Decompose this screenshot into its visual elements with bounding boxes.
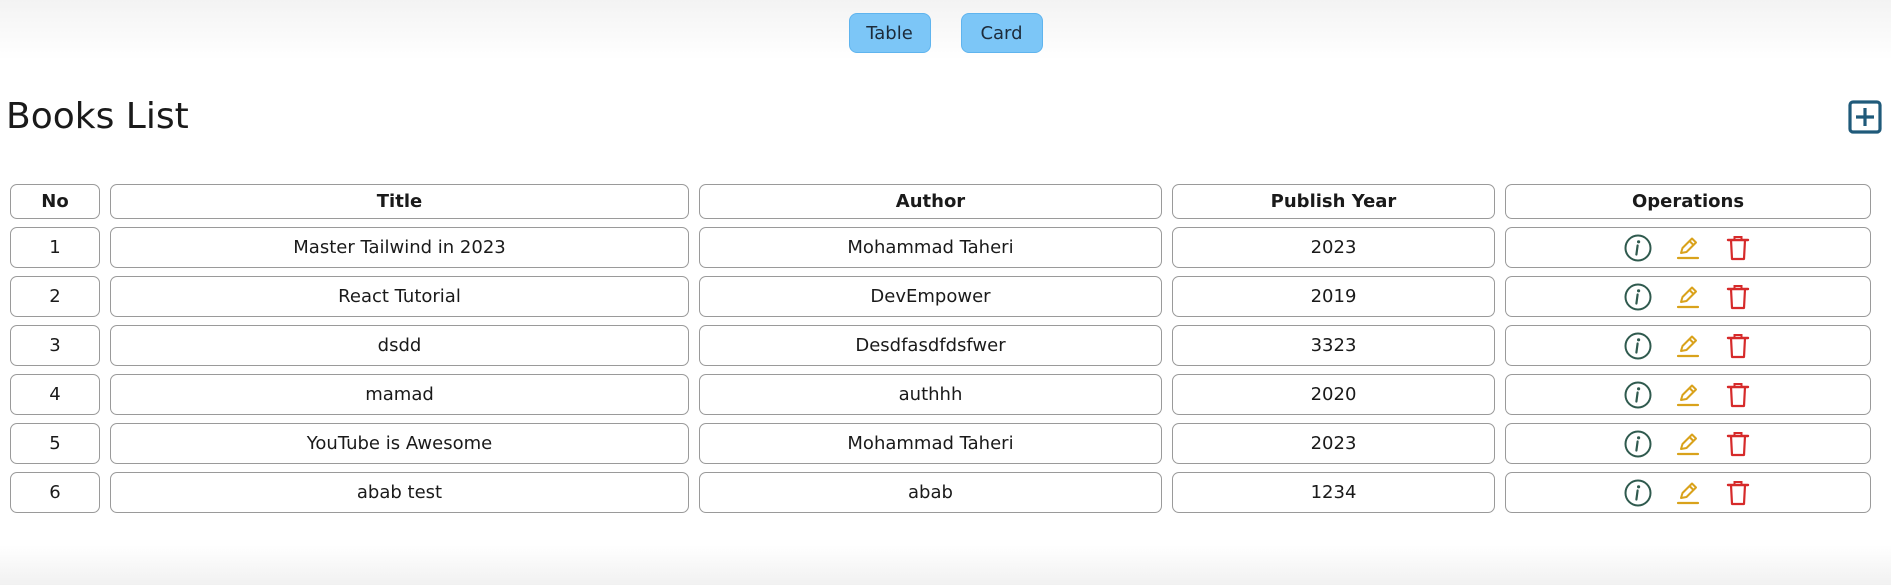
info-button[interactable] — [1622, 477, 1654, 509]
cell-publish-year: 2023 — [1172, 423, 1495, 464]
trash-icon — [1726, 333, 1750, 358]
table-row: 4 mamad authhh 2020 — [10, 374, 1871, 415]
column-header-no: No — [10, 184, 100, 219]
column-header-operations: Operations — [1505, 184, 1871, 219]
operations-group — [1506, 428, 1870, 460]
trash-icon — [1726, 284, 1750, 309]
delete-button[interactable] — [1722, 379, 1754, 411]
add-book-button[interactable] — [1847, 99, 1883, 135]
operations-group — [1506, 330, 1870, 362]
cell-operations — [1505, 276, 1871, 317]
column-header-publish-year: Publish Year — [1172, 184, 1495, 219]
delete-button[interactable] — [1722, 232, 1754, 264]
pencil-icon — [1676, 286, 1700, 308]
cell-operations — [1505, 423, 1871, 464]
edit-button[interactable] — [1672, 477, 1704, 509]
bottom-background — [0, 545, 1891, 585]
delete-button[interactable] — [1722, 281, 1754, 313]
cell-author: Mohammad Taheri — [699, 423, 1162, 464]
operations-group — [1506, 281, 1870, 313]
trash-icon — [1726, 431, 1750, 456]
cell-operations — [1505, 472, 1871, 513]
delete-button[interactable] — [1722, 428, 1754, 460]
edit-button[interactable] — [1672, 379, 1704, 411]
cell-no: 6 — [10, 472, 100, 513]
cell-title: Master Tailwind in 2023 — [110, 227, 689, 268]
operations-group — [1506, 477, 1870, 509]
pencil-icon — [1676, 237, 1700, 259]
info-button[interactable] — [1622, 330, 1654, 362]
cell-publish-year: 2023 — [1172, 227, 1495, 268]
page-title: Books List — [6, 96, 189, 137]
info-button[interactable] — [1622, 428, 1654, 460]
cell-publish-year: 2020 — [1172, 374, 1495, 415]
info-button[interactable] — [1622, 281, 1654, 313]
info-circle-icon — [1624, 479, 1652, 506]
edit-button[interactable] — [1672, 232, 1704, 264]
edit-button[interactable] — [1672, 330, 1704, 362]
cell-author: authhh — [699, 374, 1162, 415]
info-button[interactable] — [1622, 379, 1654, 411]
cell-author: Mohammad Taheri — [699, 227, 1162, 268]
table-row: 5 YouTube is Awesome Mohammad Taheri 202… — [10, 423, 1871, 464]
pencil-icon — [1676, 433, 1700, 455]
pencil-icon — [1676, 335, 1700, 357]
books-table: No Title Author Publish Year Operations … — [0, 176, 1881, 521]
edit-button[interactable] — [1672, 428, 1704, 460]
info-circle-icon — [1624, 381, 1652, 408]
delete-button[interactable] — [1722, 330, 1754, 362]
plus-square-icon — [1848, 100, 1882, 134]
cell-operations — [1505, 374, 1871, 415]
cell-no: 4 — [10, 374, 100, 415]
info-button[interactable] — [1622, 232, 1654, 264]
table-row: 3 dsdd Desdfasdfdsfwer 3323 — [10, 325, 1871, 366]
cell-title: React Tutorial — [110, 276, 689, 317]
column-header-author: Author — [699, 184, 1162, 219]
pencil-icon — [1676, 482, 1700, 504]
cell-no: 1 — [10, 227, 100, 268]
info-circle-icon — [1624, 430, 1652, 457]
cell-author: Desdfasdfdsfwer — [699, 325, 1162, 366]
cell-operations — [1505, 227, 1871, 268]
cell-title: YouTube is Awesome — [110, 423, 689, 464]
info-circle-icon — [1624, 332, 1652, 359]
pencil-icon — [1676, 384, 1700, 406]
column-header-title: Title — [110, 184, 689, 219]
cell-author: abab — [699, 472, 1162, 513]
info-circle-icon — [1624, 234, 1652, 261]
cell-title: mamad — [110, 374, 689, 415]
cell-publish-year: 2019 — [1172, 276, 1495, 317]
cell-publish-year: 3323 — [1172, 325, 1495, 366]
info-circle-icon — [1624, 283, 1652, 310]
cell-no: 2 — [10, 276, 100, 317]
trash-icon — [1726, 382, 1750, 407]
view-toggle: Table Card — [0, 13, 1891, 53]
table-row: 2 React Tutorial DevEmpower 2019 — [10, 276, 1871, 317]
table-view-button[interactable]: Table — [848, 13, 931, 53]
trash-icon — [1726, 480, 1750, 505]
table-row: 1 Master Tailwind in 2023 Mohammad Taher… — [10, 227, 1871, 268]
operations-group — [1506, 232, 1870, 264]
cell-author: DevEmpower — [699, 276, 1162, 317]
cell-operations — [1505, 325, 1871, 366]
delete-button[interactable] — [1722, 477, 1754, 509]
cell-no: 3 — [10, 325, 100, 366]
card-view-button[interactable]: Card — [960, 13, 1043, 53]
trash-icon — [1726, 235, 1750, 260]
cell-title: dsdd — [110, 325, 689, 366]
cell-title: abab test — [110, 472, 689, 513]
cell-publish-year: 1234 — [1172, 472, 1495, 513]
edit-button[interactable] — [1672, 281, 1704, 313]
table-header-row: No Title Author Publish Year Operations — [10, 184, 1871, 219]
table-row: 6 abab test abab 1234 — [10, 472, 1871, 513]
operations-group — [1506, 379, 1870, 411]
cell-no: 5 — [10, 423, 100, 464]
